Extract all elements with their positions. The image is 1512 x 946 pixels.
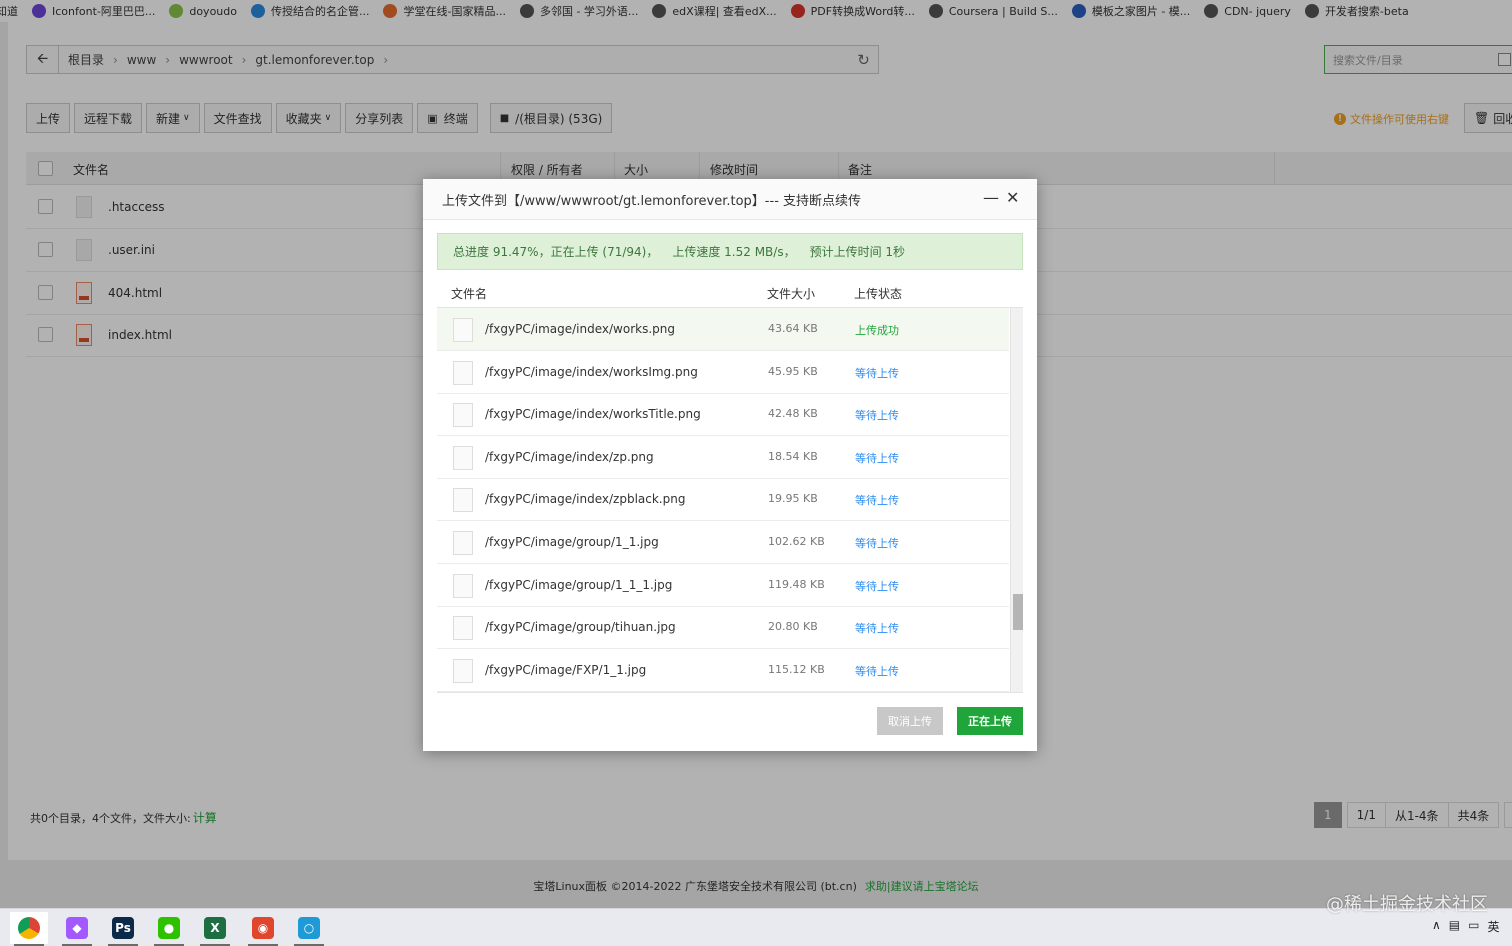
dialog-title: 上传文件到【/www/wwwroot/gt.lemonforever.top】-… [423, 179, 1037, 220]
upload-row: /fxgyPC/image/group/tihuan.jpg 20.80 KB 等待… [437, 606, 1009, 650]
ime-indicator[interactable]: 英 [1487, 918, 1499, 935]
excel-glyph: X [204, 917, 226, 939]
file-icon [453, 531, 473, 555]
search-tool-glyph: ○ [298, 917, 320, 939]
upload-path: /fxgyPC/image/group/1_1_1.jpg [485, 577, 673, 592]
figma-icon[interactable]: ◆ [58, 912, 96, 946]
upload-path: /fxgyPC/image/group/1_1.jpg [485, 535, 659, 549]
column-filename: 文件名 [451, 287, 488, 301]
file-icon [453, 445, 473, 470]
excel-icon[interactable]: X [196, 912, 234, 946]
upload-path: /fxgyPC/image/FXP/1_1.jpg [485, 662, 647, 677]
upload-path: /fxgyPC/image/index/worksImg.png [485, 364, 698, 379]
file-icon [453, 616, 473, 641]
upload-path: /fxgyPC/image/index/worksTitle.png [485, 407, 701, 422]
upload-row: /fxgyPC/image/group/1_1_1.jpg 119.48 KB 等待… [437, 564, 1009, 607]
cancel-upload-button[interactable]: 取消上传 [877, 707, 943, 735]
upload-row: /fxgyPC/image/index/works.png 43.64 KB 上传成… [437, 308, 1009, 351]
upload-size: 102.62 KB [768, 535, 825, 548]
wechat-icon[interactable]: ● [150, 912, 188, 946]
file-icon [453, 658, 473, 683]
file-icon [453, 573, 473, 598]
search-tool-icon[interactable]: ○ [290, 912, 328, 946]
file-icon [453, 360, 473, 385]
upload-path: /fxgyPC/image/index/works.png [485, 322, 675, 336]
chevron-up-icon[interactable]: ∧ [1432, 918, 1441, 935]
upload-size: 19.95 KB [768, 492, 818, 506]
scrollbar-thumb[interactable] [1013, 594, 1023, 630]
upload-status: 等待上传 [855, 622, 899, 636]
system-tray: ∧ ▤ ▭ 英 [1432, 918, 1508, 935]
upload-path: /fxgyPC/image/group/tihuan.jpg [485, 620, 676, 635]
upload-dialog: 上传文件到【/www/wwwroot/gt.lemonforever.top】-… [423, 179, 1037, 751]
upload-row: /fxgyPC/image/index/zp.png 18.54 KB 等待上传 [437, 436, 1009, 479]
figma-glyph: ◆ [66, 917, 88, 939]
watermark: @稀土掘金技术社区 [1326, 894, 1488, 915]
file-icon [453, 488, 473, 513]
upload-status: 等待上传 [855, 664, 899, 678]
upload-row: /fxgyPC/image/index/worksTitle.png 42.48 … [437, 393, 1009, 437]
upload-size: 20.80 KB [768, 620, 818, 634]
chrome-icon[interactable] [10, 912, 48, 946]
upload-progress-banner: 总进度 91.47%，正在上传 (71/94)， 上传速度 1.52 MB/s，… [437, 233, 1023, 270]
progress-overall: 总进度 91.47%，正在上传 (71/94)， [453, 245, 659, 259]
app6-glyph: ◉ [252, 917, 274, 939]
upload-status: 等待上传 [855, 537, 899, 550]
file-icon [453, 403, 473, 428]
wechat-glyph: ● [158, 917, 180, 939]
upload-path: /fxgyPC/image/index/zp.png [485, 449, 654, 464]
upload-size: 119.48 KB [768, 577, 825, 591]
upload-size: 115.12 KB [768, 662, 825, 676]
upload-size: 45.95 KB [768, 364, 818, 378]
chrome-glyph [18, 917, 40, 939]
uploading-button[interactable]: 正在上传 [957, 707, 1023, 735]
upload-status: 等待上传 [855, 579, 899, 593]
network-icon[interactable]: ▤ [1449, 918, 1460, 935]
upload-status: 上传成功 [855, 324, 899, 337]
photoshop-icon[interactable]: Ps [104, 912, 142, 946]
app6-icon[interactable]: ◉ [244, 912, 282, 946]
upload-size: 18.54 KB [768, 449, 818, 463]
file-icon [453, 318, 473, 342]
photoshop-glyph: Ps [112, 917, 134, 939]
scrollbar[interactable] [1010, 308, 1023, 692]
taskbar: ◆ Ps ● X ◉ ○ [0, 908, 1512, 946]
upload-row: /fxgyPC/image/index/worksImg.png 45.95 KB… [437, 351, 1009, 394]
upload-row: /fxgyPC/image/index/zpblack.png 19.95 KB 等… [437, 478, 1009, 522]
upload-size: 42.48 KB [768, 407, 818, 421]
progress-speed: 上传速度 1.52 MB/s， [672, 245, 796, 259]
upload-row: /fxgyPC/image/group/1_1.jpg 102.62 KB 等待上传 [437, 521, 1009, 564]
upload-status: 等待上传 [855, 409, 899, 423]
upload-row: /fxgyPC/image/FXP/1_1.jpg 115.12 KB 等待上传 [437, 649, 1009, 692]
upload-status: 等待上传 [855, 494, 899, 508]
upload-size: 43.64 KB [768, 322, 818, 335]
progress-eta: 预计上传时间 1秒 [809, 245, 906, 259]
monitor-icon[interactable]: ▭ [1468, 918, 1479, 935]
column-filesize: 文件大小 [767, 287, 816, 301]
upload-status: 等待上传 [855, 451, 899, 465]
minimize-icon[interactable]: — [983, 188, 999, 207]
upload-path: /fxgyPC/image/index/zpblack.png [485, 492, 686, 507]
column-status: 上传状态 [854, 287, 903, 301]
close-icon[interactable]: ✕ [1006, 188, 1019, 207]
upload-list-header: 文件名 文件大小 上传状态 [437, 277, 1023, 308]
upload-list[interactable]: /fxgyPC/image/FXP/1_1.jpg 115.12 KB 等待上传/f… [437, 308, 1023, 693]
upload-status: 等待上传 [855, 366, 899, 380]
